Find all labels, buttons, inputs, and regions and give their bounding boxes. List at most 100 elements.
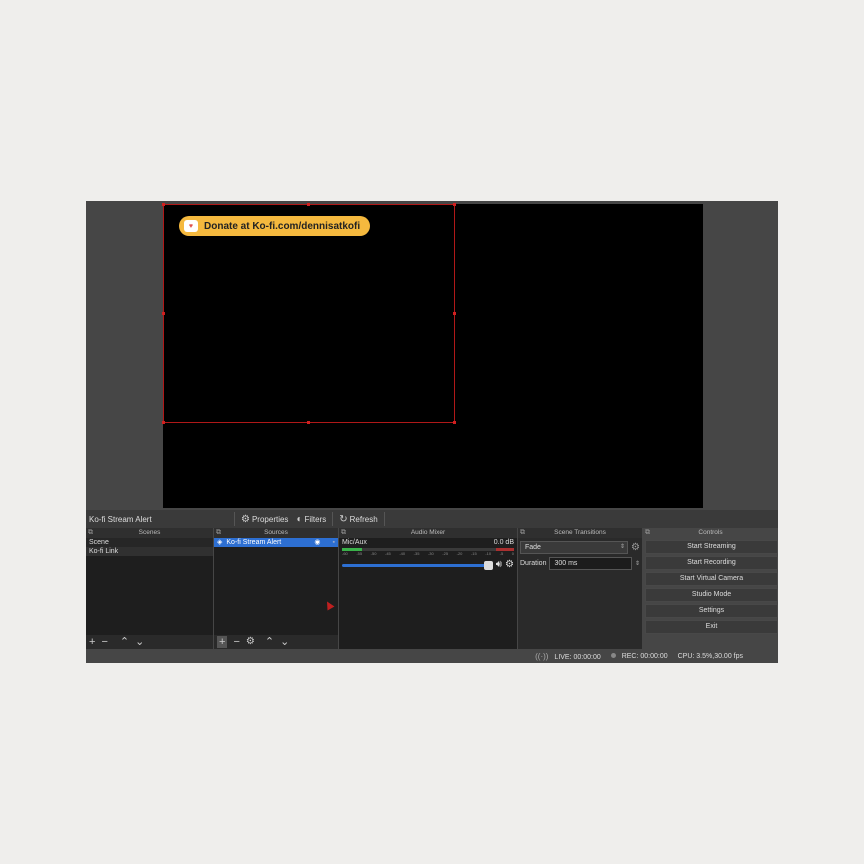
scenes-title: Scenes bbox=[138, 529, 161, 536]
preview-canvas[interactable]: ♥ Donate at Ko-fi.com/dennisatkofi bbox=[162, 203, 703, 508]
duration-row: Duration 300 ms ⇕ bbox=[520, 557, 640, 570]
volume-slider[interactable] bbox=[342, 560, 493, 570]
volume-slider-handle[interactable] bbox=[483, 560, 493, 570]
resize-handle[interactable] bbox=[307, 421, 310, 424]
resize-handle[interactable] bbox=[162, 312, 165, 315]
meter-tick-label: -55 bbox=[356, 551, 363, 556]
resize-handle[interactable] bbox=[453, 312, 456, 315]
move-up-icon[interactable]: ⌃ bbox=[265, 636, 274, 648]
duration-label: Duration bbox=[520, 560, 547, 567]
undock-icon[interactable]: ⧉ bbox=[645, 529, 650, 537]
sources-dock: ⧉ Sources ◈ Ko-fi Stream Alert ◉ ▪ + − ⚙… bbox=[214, 528, 338, 649]
resize-handle[interactable] bbox=[162, 421, 165, 424]
rec-timer: REC: 00:00:00 bbox=[621, 652, 668, 660]
live-status: ((·)) LIVE: 00:00:00 bbox=[535, 652, 601, 661]
refresh-label: Refresh bbox=[349, 514, 378, 524]
volume-row: 🔊︎ ⚙ bbox=[342, 560, 514, 570]
settings-button[interactable]: Settings bbox=[645, 604, 778, 618]
start-recording-button[interactable]: Start Recording bbox=[645, 556, 778, 570]
browser-source-icon: ◈ bbox=[217, 539, 223, 546]
visibility-eye-icon[interactable]: ◉ bbox=[314, 538, 320, 547]
controls-title: Controls bbox=[698, 529, 723, 536]
broadcast-icon: ((·)) bbox=[535, 651, 549, 661]
duration-input[interactable]: 300 ms bbox=[549, 557, 632, 570]
dock-title: ⧉ Controls bbox=[643, 528, 778, 538]
filter-icon: ◐ bbox=[296, 513, 303, 525]
resize-handle[interactable] bbox=[453, 203, 456, 206]
channel-name: Mic/Aux bbox=[342, 539, 367, 546]
obs-window: ♥ Donate at Ko-fi.com/dennisatkofi Ko-fi… bbox=[86, 201, 778, 663]
controls-buttons: Start Streaming Start Recording Start Vi… bbox=[643, 540, 778, 634]
undock-icon[interactable]: ⧉ bbox=[216, 529, 221, 537]
selected-source-name: Ko-fi Stream Alert bbox=[89, 514, 152, 524]
filters-button[interactable]: ◐ Filters bbox=[292, 514, 330, 525]
start-streaming-button[interactable]: Start Streaming bbox=[645, 540, 778, 554]
properties-button[interactable]: ⚙ Properties bbox=[237, 514, 292, 525]
source-toolbar: Ko-fi Stream Alert ⚙ Properties ◐ Filter… bbox=[86, 510, 778, 528]
meter-tick-label: -35 bbox=[413, 551, 420, 556]
divider bbox=[332, 512, 334, 526]
kofi-donate-pill: ♥ Donate at Ko-fi.com/dennisatkofi bbox=[179, 216, 371, 236]
source-item[interactable]: ◈ Ko-fi Stream Alert ◉ ▪ bbox=[214, 538, 338, 547]
meter-tick-label: -30 bbox=[427, 551, 434, 556]
source-selection-box[interactable]: ♥ Donate at Ko-fi.com/dennisatkofi bbox=[162, 203, 456, 424]
gear-icon[interactable]: ⚙ bbox=[505, 560, 514, 570]
resize-handle[interactable] bbox=[162, 203, 165, 206]
meter-ticks: -60 -55 -50 -45 -40 -35 -30 -25 -20 -15 -10 -5 0 bbox=[342, 551, 514, 557]
lock-icon[interactable]: ▪ bbox=[333, 538, 335, 547]
resize-handle[interactable] bbox=[307, 203, 310, 206]
filters-label: Filters bbox=[304, 514, 327, 524]
dock-title: ⧉ Scene Transitions bbox=[518, 528, 642, 538]
remove-icon[interactable]: − bbox=[101, 636, 107, 648]
transition-select[interactable]: Fade ⇕ bbox=[520, 541, 629, 554]
gear-icon[interactable]: ⚙ bbox=[631, 542, 640, 553]
resize-handle[interactable] bbox=[453, 421, 456, 424]
transitions-title: Scene Transitions bbox=[554, 529, 606, 536]
channel-db: 0.0 dB bbox=[493, 539, 514, 546]
move-down-icon[interactable]: ⌄ bbox=[135, 636, 144, 648]
scenes-footer: + − ⌃ ⌄ bbox=[86, 635, 213, 649]
properties-label: Properties bbox=[251, 514, 289, 524]
kofi-text: Donate at Ko-fi.com/dennisatkofi bbox=[204, 220, 361, 232]
remove-icon[interactable]: − bbox=[233, 636, 239, 648]
source-item-label: Ko-fi Stream Alert bbox=[226, 539, 282, 546]
dock-title: ⧉ Sources bbox=[214, 528, 338, 538]
undock-icon[interactable]: ⧉ bbox=[88, 529, 93, 537]
meter-tick-label: -60 bbox=[342, 551, 348, 556]
studio-mode-button[interactable]: Studio Mode bbox=[645, 588, 778, 602]
status-bar: ((·)) LIVE: 00:00:00 REC: 00:00:00 CPU: … bbox=[86, 649, 778, 663]
exit-button[interactable]: Exit bbox=[645, 620, 778, 634]
duration-value: 300 ms bbox=[554, 560, 578, 567]
start-virtual-camera-button[interactable]: Start Virtual Camera bbox=[645, 572, 778, 586]
undock-icon[interactable]: ⧉ bbox=[520, 529, 525, 537]
scene-item[interactable]: Scene bbox=[86, 538, 213, 547]
mixer-title: Audio Mixer bbox=[410, 529, 446, 536]
sources-title: Sources bbox=[264, 529, 288, 536]
scenes-dock: ⧉ Scenes Scene Ko-fi Link + − ⌃ ⌄ bbox=[86, 528, 213, 649]
record-dot-icon bbox=[610, 652, 616, 658]
meter-tick-label: -15 bbox=[470, 551, 477, 556]
undock-icon[interactable]: ⧉ bbox=[341, 529, 346, 537]
divider bbox=[234, 512, 235, 526]
move-up-icon[interactable]: ⌃ bbox=[120, 636, 129, 648]
meter-tick-label: -25 bbox=[442, 551, 449, 556]
scene-transitions-dock: ⧉ Scene Transitions Fade ⇕ ⚙ Duration 30… bbox=[518, 528, 642, 649]
speaker-icon[interactable]: 🔊︎ bbox=[496, 560, 502, 570]
stepper-icon[interactable]: ⇕ bbox=[635, 560, 640, 567]
meter-tick-label: -10 bbox=[485, 551, 492, 556]
gear-icon[interactable]: ⚙ bbox=[246, 636, 255, 648]
dock-title: ⧉ Scenes bbox=[86, 528, 213, 538]
add-icon[interactable]: + bbox=[217, 636, 228, 648]
meter-tick-label: -40 bbox=[399, 551, 406, 556]
controls-dock: ⧉ Controls Start Streaming Start Recordi… bbox=[643, 528, 778, 649]
rec-status: REC: 00:00:00 bbox=[610, 652, 668, 660]
meter-tick-label: -50 bbox=[370, 551, 377, 556]
meter-tick-label: -20 bbox=[456, 551, 463, 556]
audio-mixer-dock: ⧉ Audio Mixer Mic/Aux 0.0 dB -60 -55 -50 -4… bbox=[339, 528, 517, 649]
move-down-icon[interactable]: ⌄ bbox=[280, 636, 289, 648]
dock-title: ⧉ Audio Mixer bbox=[339, 528, 517, 538]
scene-item[interactable]: Ko-fi Link bbox=[86, 547, 213, 556]
add-icon[interactable]: + bbox=[89, 636, 95, 648]
cpu-status: CPU: 3.5%,30.00 fps bbox=[677, 652, 743, 660]
refresh-button[interactable]: ↻ Refresh bbox=[335, 514, 381, 525]
